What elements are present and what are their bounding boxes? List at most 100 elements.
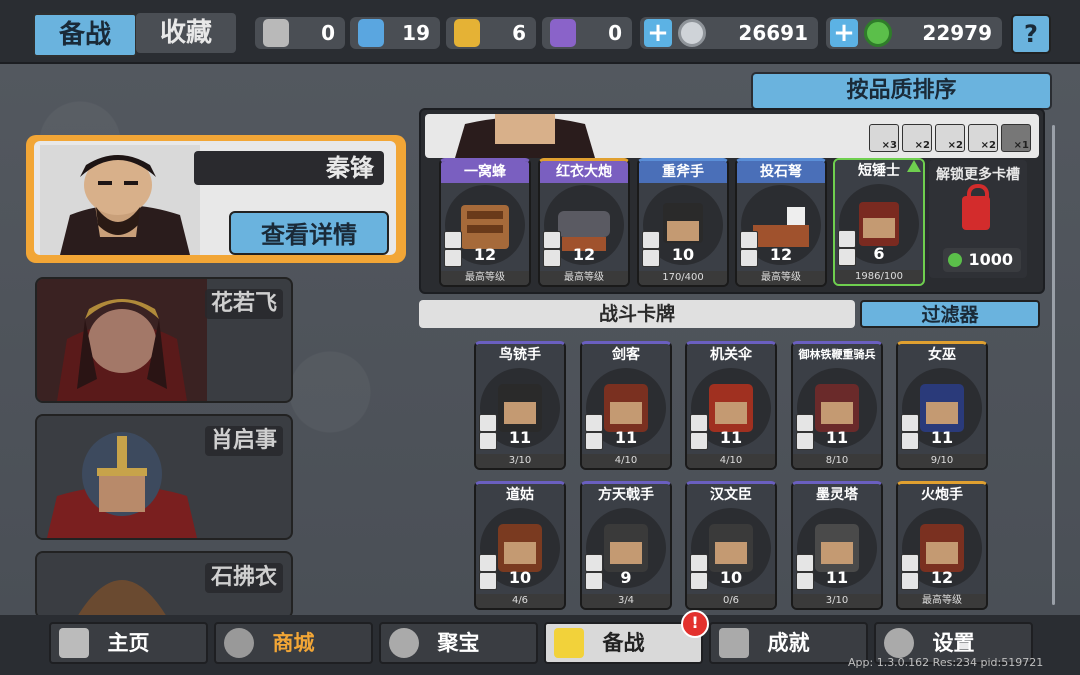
weapon-icon [479, 554, 497, 572]
burst-icon [543, 249, 561, 267]
card-name: 墨灵塔 [793, 484, 881, 506]
card-level: 10 [508, 568, 532, 587]
battle-card[interactable]: 女巫 11 9/10 [896, 341, 988, 470]
card-progress: 4/10 [582, 454, 670, 468]
battle-card[interactable]: 剑客 11 4/10 [580, 341, 672, 470]
card-name: 一窝蜂 [441, 161, 529, 183]
weapon-icon [901, 414, 919, 432]
cards-icon [554, 628, 584, 658]
shield-icon [796, 432, 814, 450]
deck-hero-strip: ×3 ×2 ×2 ×2 ×1 [425, 114, 1039, 158]
shield-icon [901, 572, 919, 590]
silver-coin-icon [678, 19, 706, 47]
card-progress: 9/10 [898, 454, 986, 468]
battle-card[interactable]: 汉文臣 10 0/6 [685, 481, 777, 610]
silver-shield-icon [263, 19, 289, 47]
nav-treasure[interactable]: 聚宝 [379, 622, 538, 664]
card-level: 11 [719, 428, 743, 447]
weapon-icon [479, 414, 497, 432]
pip-icon: ×2 [902, 124, 932, 152]
card-progress: 4/6 [476, 594, 564, 608]
card-progress: 最高等级 [540, 271, 628, 285]
shop-icon [224, 628, 254, 658]
add-gem-button[interactable]: + [830, 19, 858, 47]
hero-name: 花若飞 [204, 289, 283, 319]
battle-card[interactable]: 墨灵塔 11 3/10 [791, 481, 883, 610]
card-level: 11 [508, 428, 532, 447]
deck-card[interactable]: 一窝蜂 12 最高等级 [439, 158, 531, 287]
shield-icon [901, 432, 919, 450]
shield-icon [585, 572, 603, 590]
achievement-icon [719, 628, 749, 658]
card-progress: 最高等级 [441, 271, 529, 285]
card-progress: 3/10 [793, 594, 881, 608]
battle-card[interactable]: 鸟铳手 11 3/10 [474, 341, 566, 470]
nav-home[interactable]: 主页 [49, 622, 208, 664]
gear-icon [444, 231, 462, 249]
axe-icon [642, 249, 660, 267]
card-progress: 0/6 [687, 594, 775, 608]
battle-card[interactable]: 御林铁鞭重骑兵 11 8/10 [791, 341, 883, 470]
nav-shop[interactable]: 商城 [214, 622, 373, 664]
battle-card[interactable]: 机关伞 11 4/10 [685, 341, 777, 470]
card-level: 10 [719, 568, 743, 587]
card-name: 道姑 [476, 484, 564, 506]
pip-icon: ×2 [935, 124, 965, 152]
resource-blue-shield: 19 [350, 17, 440, 49]
card-name: 投石弩 [737, 161, 825, 183]
card-name: 剑客 [582, 344, 670, 366]
card-name: 御林铁鞭重骑兵 [793, 344, 881, 366]
deck-card[interactable]: 短锤士 6 1986/100 [833, 158, 925, 286]
card-level: 12 [572, 245, 596, 264]
help-button[interactable]: ? [1011, 14, 1051, 54]
tab-prepare[interactable]: 备战 [33, 13, 137, 57]
home-icon [59, 628, 89, 658]
hero-portrait-qinfeng [40, 145, 200, 255]
card-progress: 170/400 [639, 271, 727, 285]
battle-card[interactable]: 火炮手 12 最高等级 [896, 481, 988, 610]
filter-button[interactable]: 过滤器 [860, 300, 1040, 328]
deck-card[interactable]: 红衣大炮 12 最高等级 [538, 158, 630, 287]
hero-portrait-xiaoqishi [37, 416, 207, 538]
card-name: 火炮手 [898, 484, 986, 506]
gear-icon [884, 628, 914, 658]
silver-coin-counter: + 26691 [640, 17, 818, 49]
card-level: 11 [614, 428, 638, 447]
nav-prepare[interactable]: 备战 [544, 622, 703, 664]
pip-icon: ×1 [1001, 124, 1031, 152]
card-progress: 4/10 [687, 454, 775, 468]
card-level: 9 [620, 568, 632, 587]
deck-card[interactable]: 重斧手 10 170/400 [637, 158, 729, 287]
weapon-icon [585, 414, 603, 432]
green-gem-icon [948, 253, 962, 267]
top-bar: 备战 收藏 0 19 6 0 + 26691 + 22979 ? [0, 0, 1080, 64]
weapon-icon [585, 554, 603, 572]
unlock-slot-card[interactable]: 解锁更多卡槽 1000 [929, 160, 1027, 278]
deck-card[interactable]: 投石弩 12 最高等级 [735, 158, 827, 287]
selected-hero-card[interactable]: 秦锋 查看详情 [26, 135, 406, 263]
weapon-icon [796, 414, 814, 432]
shield-icon [690, 572, 708, 590]
battle-card[interactable]: 道姑 10 4/6 [474, 481, 566, 610]
nav-achievements[interactable]: 成就 [709, 622, 868, 664]
unlock-cost: 1000 [943, 248, 1021, 272]
card-name: 方天戟手 [582, 484, 670, 506]
hero-list-item[interactable]: 石拂衣 [35, 551, 293, 619]
card-level: 12 [930, 568, 954, 587]
tab-collection[interactable]: 收藏 [136, 13, 236, 53]
battle-card[interactable]: 方天戟手 9 3/4 [580, 481, 672, 610]
weapon-icon [690, 554, 708, 572]
sort-by-quality-button[interactable]: 按品质排序 [751, 72, 1052, 110]
add-silver-button[interactable]: + [644, 19, 672, 47]
green-gem-counter: + 22979 [826, 17, 1002, 49]
scrollbar[interactable] [1052, 125, 1055, 605]
sword-icon [838, 230, 856, 248]
hero-list-item[interactable]: 花若飞 [35, 277, 293, 403]
unlock-label: 解锁更多卡槽 [936, 167, 1020, 183]
hero-name: 石拂衣 [204, 563, 283, 593]
view-details-button[interactable]: 查看详情 [229, 211, 389, 255]
card-name: 女巫 [898, 344, 986, 366]
purple-shield-icon [550, 19, 576, 47]
hero-list-item[interactable]: 肖启事 [35, 414, 293, 540]
shield-icon [479, 432, 497, 450]
